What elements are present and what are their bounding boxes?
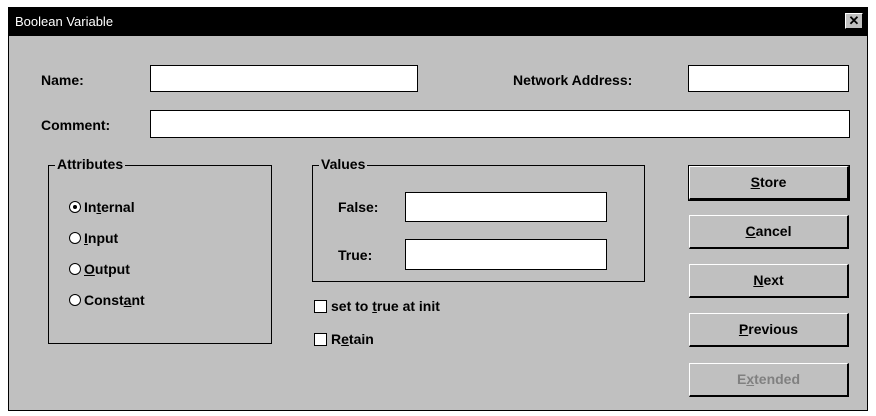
retain-box[interactable]: [314, 333, 327, 346]
attributes-title: Attributes: [55, 156, 126, 172]
values-title: Values: [319, 156, 368, 172]
title-bar: Boolean Variable ✕: [9, 8, 867, 36]
false-value-input[interactable]: [405, 192, 607, 222]
set-true-at-init-box[interactable]: [314, 300, 327, 313]
radio-output[interactable]: Output: [69, 261, 130, 277]
network-address-input[interactable]: [688, 65, 849, 92]
comment-label: Comment:: [41, 117, 111, 133]
true-label: True:: [338, 247, 373, 263]
close-icon[interactable]: ✕: [845, 13, 863, 29]
name-label: Name:: [41, 72, 84, 88]
set-true-at-init-checkbox[interactable]: set to true at init: [314, 298, 440, 314]
previous-button[interactable]: Previous: [689, 313, 849, 347]
radio-input-indicator[interactable]: [69, 232, 81, 244]
boolean-variable-dialog: Boolean Variable ✕ Name: Network Address…: [8, 7, 868, 411]
radio-internal[interactable]: Internal: [69, 199, 135, 215]
radio-output-indicator[interactable]: [69, 263, 81, 275]
false-label: False:: [338, 199, 379, 215]
true-value-input[interactable]: [405, 239, 607, 270]
radio-input[interactable]: Input: [69, 230, 118, 246]
radio-constant-indicator[interactable]: [69, 294, 81, 306]
cancel-button[interactable]: Cancel: [689, 215, 849, 249]
radio-internal-indicator[interactable]: [69, 201, 81, 213]
radio-constant[interactable]: Constant: [69, 292, 145, 308]
comment-input[interactable]: [150, 110, 850, 138]
network-address-label: Network Address:: [513, 72, 633, 88]
attributes-group: Attributes Internal Input Output Constan…: [48, 156, 272, 344]
extended-button[interactable]: Extended: [689, 363, 849, 397]
store-button[interactable]: Store: [688, 165, 850, 201]
values-group: Values False: True:: [312, 156, 645, 282]
retain-checkbox[interactable]: Retain: [314, 331, 374, 347]
name-input[interactable]: [150, 65, 418, 92]
window-title: Boolean Variable: [15, 14, 114, 29]
next-button[interactable]: Next: [689, 264, 849, 298]
